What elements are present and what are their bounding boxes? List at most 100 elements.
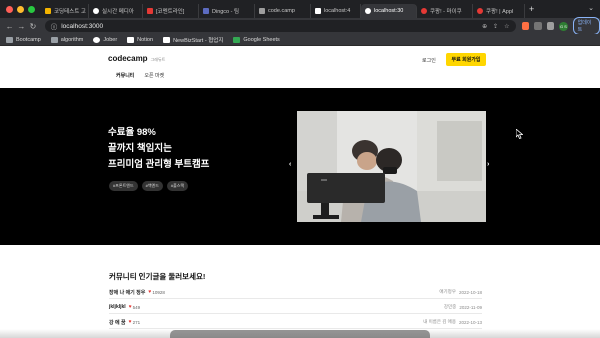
bookmark-notion[interactable]: Notion	[127, 36, 154, 43]
folder-icon	[6, 36, 13, 43]
menu-open-market[interactable]: 오픈 마켓	[144, 72, 164, 79]
post-row[interactable]: jkljkljkl ♥ 549 강민중 2022-11-09	[109, 301, 482, 314]
site-logo[interactable]: codecamp 그래듀트	[108, 54, 165, 63]
maximize-window-button[interactable]	[28, 5, 35, 13]
tab-label: 쿠팡! | Appl	[486, 9, 514, 15]
browser-tab[interactable]: 쿠팡! - 마이쿠	[417, 4, 473, 18]
tab-favicon-icon	[421, 8, 427, 14]
bookmark-label: Notion	[137, 36, 154, 43]
heart-icon: ♥	[128, 319, 132, 325]
tab-favicon-icon	[93, 8, 99, 14]
post-date: 2022-10-13	[458, 319, 482, 325]
post-author: 강민중	[443, 304, 457, 309]
bookmark-jober[interactable]: Jober	[93, 36, 117, 43]
post-row[interactable]: 장애 나 애기 정우 ♥ 10928 애기정우 2022-10-18	[109, 286, 482, 299]
tab-label: 쿠팡! - 마이쿠	[430, 9, 462, 15]
main-menu: 커뮤니티 오픈 마켓	[116, 72, 164, 79]
share-icon[interactable]: ⇪	[493, 23, 498, 30]
tab-favicon-icon	[203, 8, 209, 14]
tab-label: Dingco - 팀	[212, 9, 240, 15]
jober-icon	[93, 36, 101, 43]
tab-label: 실시간 메디아	[102, 9, 134, 15]
tab-favicon-icon	[259, 8, 265, 14]
address-bar[interactable]: ⓘ localhost:3000 ⊕ ⇪ ☆	[44, 20, 516, 32]
tab-favicon-icon	[365, 8, 371, 14]
menu-community[interactable]: 커뮤니티	[116, 72, 134, 79]
browser-tab[interactable]: 실시간 메디아	[89, 4, 143, 18]
close-window-button[interactable]	[6, 5, 13, 13]
post-likes: 271	[132, 319, 141, 325]
extension-icon[interactable]	[521, 22, 530, 30]
students-photo-illustration	[297, 111, 486, 222]
tab-favicon-icon	[477, 8, 483, 14]
info-icon[interactable]: ⓘ	[51, 21, 58, 31]
tab-favicon-icon	[315, 8, 321, 14]
tag-frontend[interactable]: #프론트엔드	[109, 181, 138, 191]
back-arrow-icon[interactable]: ←	[4, 22, 16, 31]
signup-button[interactable]: 무료 회원가입	[446, 53, 486, 66]
post-title: jkljkljkl	[109, 304, 126, 310]
hero-photo	[297, 111, 486, 222]
new-tab-button[interactable]: +	[529, 4, 534, 14]
browser-tab[interactable]: [코멘트라인]	[143, 4, 199, 18]
hero-banner: 수료율 98% 끝까지 책임지는 프리미엄 관리형 부트캠프 #프론트엔드 #백…	[0, 88, 600, 245]
browser-tab[interactable]: 쿠팡! | Appl	[473, 4, 525, 18]
forward-arrow-icon[interactable]: →	[16, 22, 28, 31]
hero-tags: #프론트엔드 #백엔드 #풀스택	[109, 181, 189, 191]
tab-label: 코딩테스트 고	[54, 9, 86, 15]
hero-line: 프리미엄 관리형 부트캠프	[108, 159, 210, 170]
extensions-puzzle-icon[interactable]	[534, 22, 542, 30]
browser-tab[interactable]: 코딩테스트 고	[41, 4, 89, 18]
macos-dock[interactable]	[170, 330, 430, 338]
sidebar-icon[interactable]	[546, 22, 555, 30]
hero-line: 끝까지 책임지는	[108, 143, 172, 154]
community-title: 커뮤니티 인기글을 둘러보세요!	[109, 272, 206, 281]
tab-favicon-icon	[147, 8, 153, 14]
post-author: 내 이름은 김 애용	[423, 319, 456, 324]
bookmark-bootcamp[interactable]: Bootcamp	[6, 36, 41, 43]
bookmark-newbizstart[interactable]: NewBizStart - 협업지	[163, 36, 223, 44]
zoom-icon[interactable]: ⊕	[482, 23, 487, 30]
hero-headline: 수료율 98% 끝까지 책임지는 프리미엄 관리형 부트캠프	[108, 125, 209, 173]
hero-line: 수료율 98%	[108, 127, 156, 138]
login-link[interactable]: 로그인	[422, 57, 436, 64]
browser-tab[interactable]: localhost:4	[311, 4, 361, 18]
update-button[interactable]: 업데이트	[572, 17, 600, 35]
folder-icon	[50, 36, 58, 43]
carousel-next-button[interactable]: ›	[487, 161, 489, 168]
tab-label: code.camp	[268, 8, 295, 14]
logo-text: codecamp	[108, 54, 148, 63]
carousel-prev-button[interactable]: ‹	[289, 161, 291, 168]
mouse-cursor-icon	[516, 129, 523, 139]
bookmark-label: Bootcamp	[16, 36, 41, 43]
sheets-icon	[233, 36, 241, 43]
bookmark-star-icon[interactable]: ☆	[504, 23, 509, 30]
post-title: 강 에 꿈	[109, 319, 126, 326]
notion-icon	[163, 36, 171, 43]
tag-fullstack[interactable]: #풀스택	[166, 181, 189, 191]
post-row[interactable]: 강 에 꿈 ♥ 271 내 이름은 김 애용 2022-10-13	[109, 316, 482, 329]
bookmark-google-sheets[interactable]: Google Sheets	[233, 36, 280, 43]
post-likes: 10928	[152, 289, 165, 295]
browser-tab[interactable]: code.camp	[255, 4, 311, 18]
heart-icon: ♥	[148, 289, 152, 295]
browser-tab-strip: 코딩테스트 고 실시간 메디아 [코멘트라인] Dingco - 팀 code.…	[0, 0, 600, 18]
post-likes: 549	[132, 304, 141, 310]
site-header: codecamp 그래듀트 커뮤니티 오픈 마켓 로그인 무료 회원가입	[0, 46, 600, 88]
post-date: 2022-10-18	[458, 289, 482, 295]
browser-tab[interactable]: Dingco - 팀	[199, 4, 255, 18]
profile-avatar[interactable]: G S	[559, 21, 568, 31]
browser-tab-active[interactable]: localhost:30	[361, 4, 417, 18]
tab-label: localhost:30	[374, 8, 404, 14]
browser-toolbar: ← → ↻ ⓘ localhost:3000 ⊕ ⇪ ☆ G S 업데이트	[0, 17, 600, 35]
notion-icon	[127, 36, 135, 43]
post-title: 장애 나 애기 정우	[109, 289, 146, 296]
tab-favicon-icon	[45, 8, 51, 14]
tag-backend[interactable]: #백엔드	[141, 181, 163, 191]
minimize-window-button[interactable]	[17, 5, 24, 13]
reload-icon[interactable]: ↻	[27, 22, 39, 31]
bookmark-label: Google Sheets	[243, 36, 280, 43]
bookmark-algorithm[interactable]: algorithm	[50, 36, 83, 43]
tab-label: localhost:4	[324, 8, 351, 14]
tab-search-icon[interactable]: ⌄	[588, 4, 594, 12]
